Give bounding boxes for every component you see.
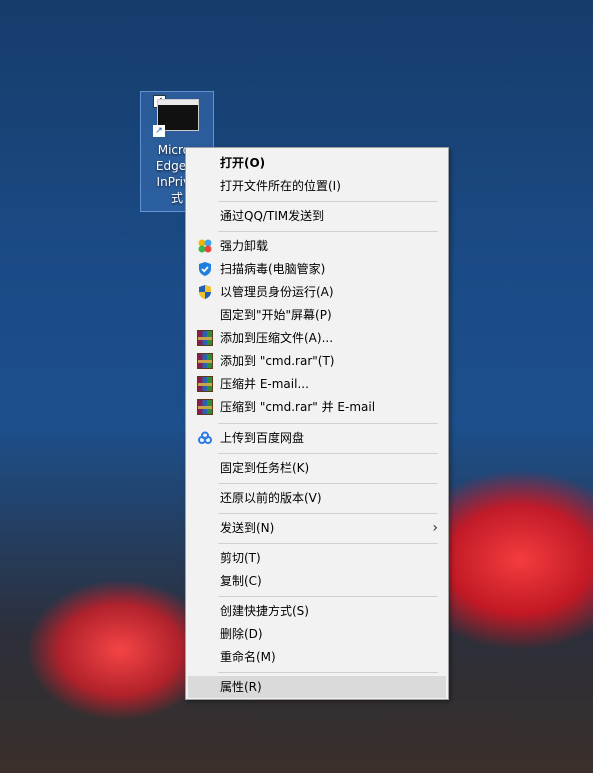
menu-item-properties[interactable]: 属性(R): [188, 676, 446, 698]
menu-item-copy[interactable]: 复制(C): [188, 570, 446, 592]
menu-item-upload-baidu[interactable]: 上传到百度网盘: [188, 427, 446, 449]
menu-item-run-as-admin[interactable]: 以管理员身份运行(A): [188, 281, 446, 303]
menu-item-rename[interactable]: 重命名(M): [188, 646, 446, 668]
uninstall-icon: [197, 238, 213, 254]
menu-item-cut[interactable]: 剪切(T): [188, 547, 446, 569]
winrar-icon: [197, 330, 213, 346]
menu-item-open[interactable]: 打开(O): [188, 152, 446, 174]
menu-item-pin-to-start[interactable]: 固定到"开始"屏幕(P): [188, 304, 446, 326]
menu-separator: [218, 231, 438, 232]
menu-item-force-uninstall[interactable]: 强力卸载: [188, 235, 446, 257]
menu-separator: [218, 596, 438, 597]
menu-separator: [218, 423, 438, 424]
menu-item-add-to-archive[interactable]: 添加到压缩文件(A)...: [188, 327, 446, 349]
shield-icon: [197, 261, 213, 277]
baidu-netdisk-icon: [197, 430, 213, 446]
menu-item-delete[interactable]: 删除(D): [188, 623, 446, 645]
menu-item-pin-to-taskbar[interactable]: 固定到任务栏(K): [188, 457, 446, 479]
menu-item-create-shortcut[interactable]: 创建快捷方式(S): [188, 600, 446, 622]
winrar-icon: [197, 399, 213, 415]
menu-item-send-via-qq[interactable]: 通过QQ/TIM发送到: [188, 205, 446, 227]
menu-item-open-file-location[interactable]: 打开文件所在的位置(I): [188, 175, 446, 197]
shortcut-arrow-icon: ↗: [153, 125, 165, 137]
menu-item-scan-virus[interactable]: 扫描病毒(电脑管家): [188, 258, 446, 280]
winrar-icon: [197, 353, 213, 369]
chevron-right-icon: ›: [432, 520, 438, 536]
menu-item-add-to-cmd-rar[interactable]: 添加到 "cmd.rar"(T): [188, 350, 446, 372]
context-menu: 打开(O) 打开文件所在的位置(I) 通过QQ/TIM发送到 强力卸载 扫描病毒…: [185, 147, 449, 700]
menu-item-send-to[interactable]: 发送到(N) ›: [188, 517, 446, 539]
menu-separator: [218, 201, 438, 202]
menu-item-compress-to-cmd-rar-and-email[interactable]: 压缩到 "cmd.rar" 并 E-mail: [188, 396, 446, 418]
menu-separator: [218, 513, 438, 514]
uac-shield-icon: [197, 284, 213, 300]
menu-separator: [218, 543, 438, 544]
menu-separator: [218, 672, 438, 673]
menu-separator: [218, 483, 438, 484]
menu-separator: [218, 453, 438, 454]
menu-item-restore-previous-versions[interactable]: 还原以前的版本(V): [188, 487, 446, 509]
menu-item-compress-and-email[interactable]: 压缩并 E-mail...: [188, 373, 446, 395]
winrar-icon: [197, 376, 213, 392]
